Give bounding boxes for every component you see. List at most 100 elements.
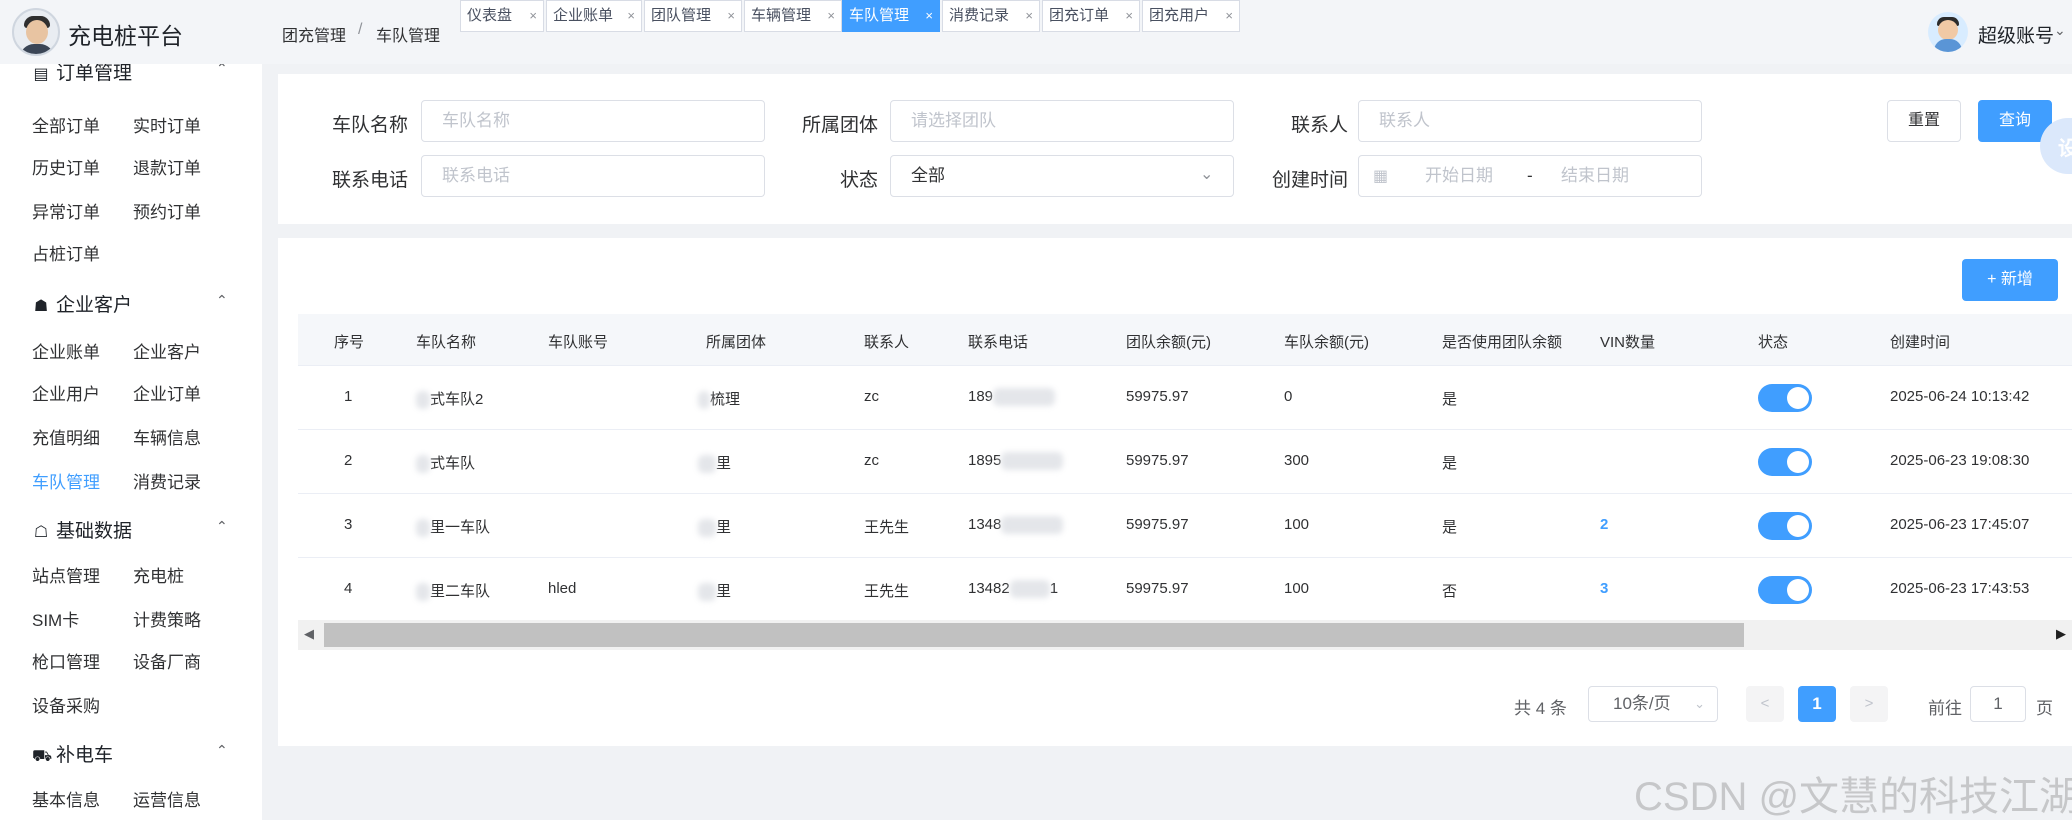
calendar-icon: ▦ [1373, 168, 1389, 185]
sidebar-item-sim-card[interactable]: SIM卡 [32, 606, 79, 631]
contact-cell: zc [864, 388, 879, 405]
sidebar-item-gun-management[interactable]: 枪口管理 [32, 648, 100, 673]
close-icon[interactable]: × [727, 1, 735, 31]
chevron-up-icon[interactable]: ⌃ [216, 292, 228, 309]
status-select[interactable]: 全部 [890, 155, 1234, 197]
chevron-up-icon[interactable]: ⌃ [216, 64, 228, 77]
sidebar-item-billing-strategy[interactable]: 计费策略 [133, 606, 201, 631]
tab-group-orders[interactable]: 团充订单 × [1042, 0, 1140, 32]
row-index: 3 [344, 516, 353, 533]
chevron-down-icon[interactable]: ⌄ [2054, 22, 2066, 39]
close-icon[interactable]: × [827, 1, 835, 31]
sidebar-item-enterprise-user[interactable]: 企业用户 [32, 380, 100, 405]
sidebar-item-refund-orders[interactable]: 退款订单 [133, 154, 201, 179]
group-cell: 里 [698, 580, 731, 602]
scrollbar-thumb[interactable] [324, 623, 1744, 647]
end-date-input[interactable]: 结束日期 [1561, 156, 1629, 196]
close-icon[interactable]: × [529, 1, 537, 31]
fleet-name-input[interactable]: 车队名称 [421, 100, 765, 142]
date-range-picker[interactable]: ▦ 开始日期 - 结束日期 [1358, 155, 1702, 197]
column-header: 是否使用团队余额 [1442, 334, 1563, 351]
sidebar-item-realtime-orders[interactable]: 实时订单 [133, 112, 201, 137]
avatar[interactable] [1928, 12, 1968, 52]
phone-input[interactable]: 联系电话 [421, 155, 765, 197]
sidebar-item-enterprise-bill[interactable]: 企业账单 [32, 338, 100, 363]
column-header: 所属团体 [706, 334, 767, 351]
scroll-left-icon[interactable]: ◀ [304, 626, 314, 642]
vin-count-link[interactable]: 3 [1600, 580, 1608, 597]
sidebar-item-occupancy-orders[interactable]: 占桩订单 [32, 240, 100, 265]
sidebar-item-fleet-management[interactable]: 车队管理 [32, 468, 100, 493]
sidebar-group-supplement-vehicle[interactable]: ⛟ 补电车 [32, 740, 113, 767]
sidebar-item-device-vendor[interactable]: 设备厂商 [133, 648, 201, 673]
sidebar-item-charging-pile[interactable]: 充电桩 [133, 562, 184, 587]
table-row[interactable]: 4 里二车队 hled 里 王先生 13482 1 59975.97 100 否 … [298, 558, 2072, 622]
tab-label: 团充用户 [1149, 7, 1210, 24]
column-header: 车队名称 [416, 334, 477, 351]
tab-vehicle-management[interactable]: 车辆管理 × [744, 0, 842, 32]
sidebar-item-consumption-records[interactable]: 消费记录 [133, 468, 201, 493]
group-select[interactable]: 请选择团队 [890, 100, 1234, 142]
sidebar-item-abnormal-orders[interactable]: 异常订单 [32, 198, 100, 223]
start-date-input[interactable]: 开始日期 [1425, 156, 1493, 196]
row-index: 2 [344, 452, 353, 469]
status-toggle[interactable] [1758, 512, 1812, 540]
phone-cell: 189 [968, 388, 1056, 407]
vin-count-link[interactable]: 2 [1600, 516, 1608, 533]
tab-enterprise-bill[interactable]: 企业账单 × [546, 0, 642, 32]
sidebar-item-all-orders[interactable]: 全部订单 [32, 112, 100, 137]
sidebar-item-basic-info[interactable]: 基本信息 [32, 786, 100, 811]
sidebar-group-enterprise[interactable]: ☗ 企业客户 [32, 290, 132, 317]
tab-consumption-records[interactable]: 消费记录 × [942, 0, 1040, 32]
close-icon[interactable]: × [925, 1, 933, 31]
sidebar-item-recharge-detail[interactable]: 充值明细 [32, 424, 100, 449]
breadcrumb-item-group[interactable]: 团充管理 [282, 22, 346, 46]
tab-dashboard[interactable]: 仪表盘 × [460, 0, 544, 32]
sidebar-item-device-purchase[interactable]: 设备采购 [32, 692, 100, 717]
page-number-current[interactable]: 1 [1798, 686, 1836, 722]
sidebar-item-history-orders[interactable]: 历史订单 [32, 154, 100, 179]
close-icon[interactable]: × [1125, 1, 1133, 31]
contact-input[interactable]: 联系人 [1358, 100, 1702, 142]
chevron-up-icon[interactable]: ⌃ [216, 518, 228, 535]
horizontal-scrollbar[interactable]: ◀ ▶ [298, 620, 2072, 650]
reset-button[interactable]: 重置 [1887, 100, 1961, 142]
next-page-button[interactable]: > [1850, 686, 1888, 722]
sidebar-item-enterprise-customer[interactable]: 企业客户 [133, 338, 201, 363]
column-header: 序号 [334, 334, 365, 351]
prev-page-button[interactable]: < [1746, 686, 1784, 722]
tab-label: 仪表盘 [467, 7, 513, 24]
sidebar-group-basic-data[interactable]: ☖ 基础数据 [32, 516, 132, 543]
sidebar-item-vehicle-info[interactable]: 车辆信息 [133, 424, 201, 449]
created-time-cell: 2025-06-23 19:08:30 [1890, 452, 2030, 469]
sidebar-item-enterprise-orders[interactable]: 企业订单 [133, 380, 201, 405]
row-index: 1 [344, 388, 353, 405]
status-toggle[interactable] [1758, 576, 1812, 604]
sidebar-item-reserved-orders[interactable]: 预约订单 [133, 198, 201, 223]
table-row[interactable]: 3 里一车队 里 王先生 1348 59975.97 100 是 2 2025-… [298, 494, 2072, 558]
sidebar-item-operation-info[interactable]: 运营信息 [133, 786, 201, 811]
scroll-right-icon[interactable]: ▶ [2056, 626, 2066, 642]
status-select-value: 全部 [911, 166, 945, 185]
table-header: 序号 车队名称 车队账号 所属团体 联系人 联系电话 团队余额(元) 车队余额(… [298, 314, 2072, 366]
tab-fleet-management[interactable]: 车队管理 × [842, 0, 940, 32]
close-icon[interactable]: × [1025, 1, 1033, 31]
status-toggle[interactable] [1758, 448, 1812, 476]
chevron-up-icon[interactable]: ⌃ [216, 742, 228, 759]
team-balance-cell: 59975.97 [1126, 452, 1189, 469]
phone-cell: 1348 [968, 516, 1064, 535]
tab-label: 企业账单 [553, 7, 614, 24]
status-toggle[interactable] [1758, 384, 1812, 412]
tab-team-management[interactable]: 团队管理 × [644, 0, 742, 32]
user-name[interactable]: 超级账号 [1978, 21, 2054, 48]
table-row[interactable]: 1 式车队2 梳理 zc 189 59975.97 0 是 2025-06-24… [298, 366, 2072, 430]
table-row[interactable]: 2 式车队 里 zc 1895 59975.97 300 是 2025-06-2… [298, 430, 2072, 494]
page-size-select[interactable]: 10条/页 ⌄ [1588, 686, 1718, 722]
sidebar-item-station-management[interactable]: 站点管理 [32, 562, 100, 587]
sidebar-group-orders[interactable]: ▤ 订单管理 [32, 64, 132, 85]
tab-group-users[interactable]: 团充用户 × [1142, 0, 1240, 32]
close-icon[interactable]: × [627, 1, 635, 31]
add-button[interactable]: + 新增 [1962, 259, 2058, 301]
goto-page-input[interactable]: 1 [1970, 686, 2026, 722]
close-icon[interactable]: × [1225, 1, 1233, 31]
